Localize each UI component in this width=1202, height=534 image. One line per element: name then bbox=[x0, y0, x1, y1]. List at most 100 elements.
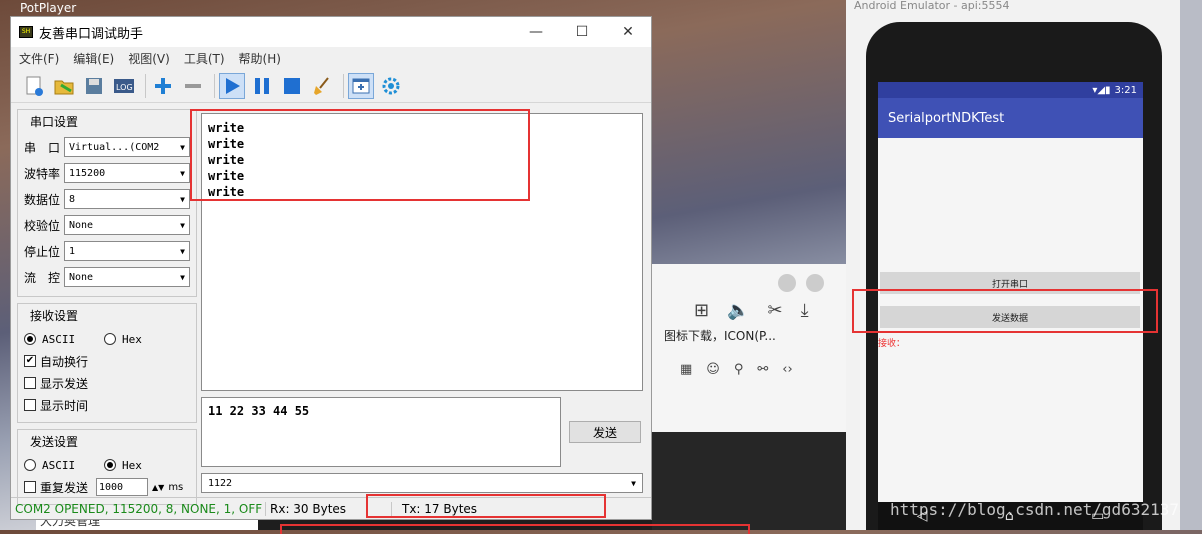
setting-row-stopbits: 停止位 1 ▼ bbox=[24, 238, 190, 264]
save-icon[interactable] bbox=[81, 73, 107, 99]
dropdown-arrow-icon: ▼ bbox=[631, 478, 636, 488]
clear-broom-icon[interactable] bbox=[309, 73, 335, 99]
recv-ascii-radio[interactable] bbox=[24, 333, 36, 345]
menu-bar: 文件(F) 编辑(E) 视图(V) 工具(T) 帮助(H) bbox=[11, 47, 651, 69]
repeat-send-row: 重复发送 1000 ▲▼ ms bbox=[24, 476, 190, 498]
toolbar-separator bbox=[145, 73, 146, 98]
unlink-icon[interactable]: ⚯ bbox=[757, 362, 768, 377]
log-icon[interactable]: LOG bbox=[111, 73, 137, 99]
stop-icon[interactable] bbox=[279, 73, 305, 99]
title-bar[interactable]: SH 友善串口调试助手 — ☐ ✕ bbox=[11, 17, 651, 47]
send-textarea[interactable]: 11 22 33 44 55 bbox=[201, 397, 561, 467]
bg-editor-toolbar: ▦ ☺ ⚲ ⚯ ‹› bbox=[652, 344, 848, 377]
settings-gear-icon[interactable] bbox=[378, 73, 404, 99]
add-icon[interactable] bbox=[150, 73, 176, 99]
recv-format-row: ASCII Hex bbox=[24, 328, 190, 350]
new-file-icon[interactable] bbox=[21, 73, 47, 99]
menu-tools[interactable]: 工具(T) bbox=[184, 50, 225, 67]
highlight-box-bottom bbox=[280, 524, 750, 534]
emulator-title: Android Emulator - api:5554 bbox=[854, 0, 1010, 12]
menu-file[interactable]: 文件(F) bbox=[19, 50, 59, 67]
show-send-label: 显示发送 bbox=[40, 376, 89, 391]
speaker-icon[interactable]: 🔈 bbox=[727, 300, 749, 321]
repeat-send-label: 重复发送 bbox=[40, 480, 89, 495]
dropdown-arrow-icon: ▼ bbox=[180, 168, 185, 178]
recv-hex-label: Hex bbox=[122, 332, 142, 346]
auto-wrap-row[interactable]: ✔ 自动换行 bbox=[24, 350, 190, 372]
watermark: https://blog.csdn.net/gd6321374 bbox=[890, 500, 1189, 519]
settings-panel: 串口设置 串 口 Virtual...(COM2 ▼ 波特率 115200 ▼ 数据位 8… bbox=[17, 109, 197, 511]
recv-ascii-label: ASCII bbox=[42, 332, 76, 346]
signal-battery-icon: ▾◢▮ bbox=[1092, 84, 1111, 96]
show-time-label: 显示时间 bbox=[40, 398, 89, 413]
bg-text-line: 图标下载，ICON(P... bbox=[664, 329, 776, 343]
taskbar-label[interactable]: PotPlayer bbox=[20, 1, 76, 15]
show-time-checkbox[interactable] bbox=[24, 399, 36, 411]
send-settings-title: 发送设置 bbox=[30, 435, 79, 449]
repeat-interval-input[interactable]: 1000 bbox=[96, 478, 148, 496]
auto-wrap-label: 自动换行 bbox=[40, 354, 89, 369]
maximize-button[interactable]: ☐ bbox=[559, 17, 605, 47]
right-edge-strip bbox=[1180, 0, 1202, 530]
send-history-select[interactable]: 1122 ▼ bbox=[201, 473, 643, 493]
parity-select-value: None bbox=[69, 219, 94, 231]
baud-select[interactable]: 115200 ▼ bbox=[64, 163, 190, 183]
baud-label: 波特率 bbox=[24, 166, 61, 181]
menu-help[interactable]: 帮助(H) bbox=[239, 50, 281, 67]
open-folder-icon[interactable] bbox=[51, 73, 77, 99]
parity-label: 校验位 bbox=[24, 218, 61, 233]
setting-row-databits: 数据位 8 ▼ bbox=[24, 186, 190, 212]
send-history-value: 1122 bbox=[208, 477, 233, 489]
baud-select-value: 115200 bbox=[69, 167, 106, 179]
table-icon[interactable]: ▦ bbox=[680, 362, 692, 377]
send-button[interactable]: 发送 bbox=[569, 421, 641, 443]
send-ascii-radio[interactable] bbox=[24, 459, 36, 471]
stopbits-select-value: 1 bbox=[69, 245, 76, 257]
show-send-checkbox[interactable] bbox=[24, 377, 36, 389]
databits-select[interactable]: 8 ▼ bbox=[64, 189, 190, 209]
dropdown-arrow-icon: ▼ bbox=[180, 142, 185, 152]
grid-add-icon[interactable]: ⊞ bbox=[694, 300, 709, 321]
setting-row-flow: 流 控 None ▼ bbox=[24, 264, 190, 290]
bg-dark-area bbox=[652, 432, 848, 530]
remove-icon[interactable] bbox=[180, 73, 206, 99]
stopbits-select[interactable]: 1 ▼ bbox=[64, 241, 190, 261]
repeat-send-checkbox[interactable] bbox=[24, 481, 36, 493]
highlight-box-send-data bbox=[852, 289, 1158, 333]
port-select-value: Virtual...(COM2 bbox=[69, 141, 160, 153]
setting-row-port: 串 口 Virtual...(COM2 ▼ bbox=[24, 134, 190, 160]
scissors-icon[interactable]: ✂ bbox=[768, 300, 783, 321]
add-window-icon[interactable] bbox=[348, 72, 374, 99]
show-send-row[interactable]: 显示发送 bbox=[24, 372, 190, 394]
minimize-circle-icon[interactable] bbox=[778, 274, 796, 292]
send-hex-radio[interactable] bbox=[104, 459, 116, 471]
parity-select[interactable]: None ▼ bbox=[64, 215, 190, 235]
link-icon[interactable]: ⚲ bbox=[734, 362, 744, 377]
flow-select[interactable]: None ▼ bbox=[64, 267, 190, 287]
android-recv-label: 接收： bbox=[878, 339, 906, 349]
close-circle-icon[interactable] bbox=[806, 274, 824, 292]
menu-view[interactable]: 视图(V) bbox=[128, 50, 170, 67]
setting-row-baud: 波特率 115200 ▼ bbox=[24, 160, 190, 186]
pause-icon[interactable] bbox=[249, 73, 275, 99]
stepper-icon[interactable]: ▲▼ bbox=[152, 483, 164, 492]
port-select[interactable]: Virtual...(COM2 ▼ bbox=[64, 137, 190, 157]
databits-label: 数据位 bbox=[24, 192, 61, 207]
menu-edit[interactable]: 编辑(E) bbox=[73, 50, 114, 67]
port-settings-group: 串口设置 串 口 Virtual...(COM2 ▼ 波特率 115200 ▼ 数据位 8… bbox=[17, 109, 197, 297]
download-icon[interactable]: ⤓ bbox=[801, 300, 809, 321]
send-settings-group: 发送设置 ASCII Hex 重复发送 1000 ▲▼ ms bbox=[17, 429, 197, 505]
port-label: 串 口 bbox=[24, 140, 61, 155]
close-button[interactable]: ✕ bbox=[605, 17, 651, 47]
show-time-row[interactable]: 显示时间 bbox=[24, 394, 190, 416]
setting-row-parity: 校验位 None ▼ bbox=[24, 212, 190, 238]
auto-wrap-checkbox[interactable]: ✔ bbox=[24, 355, 36, 367]
code-icon[interactable]: ‹› bbox=[782, 362, 792, 377]
highlight-box-tx bbox=[366, 494, 606, 518]
emoji-icon[interactable]: ☺ bbox=[706, 362, 720, 377]
recv-hex-radio[interactable] bbox=[104, 333, 116, 345]
play-icon[interactable] bbox=[219, 72, 245, 99]
flow-select-value: None bbox=[69, 271, 94, 283]
status-time: 3:21 bbox=[1114, 84, 1137, 96]
minimize-button[interactable]: — bbox=[513, 17, 559, 47]
